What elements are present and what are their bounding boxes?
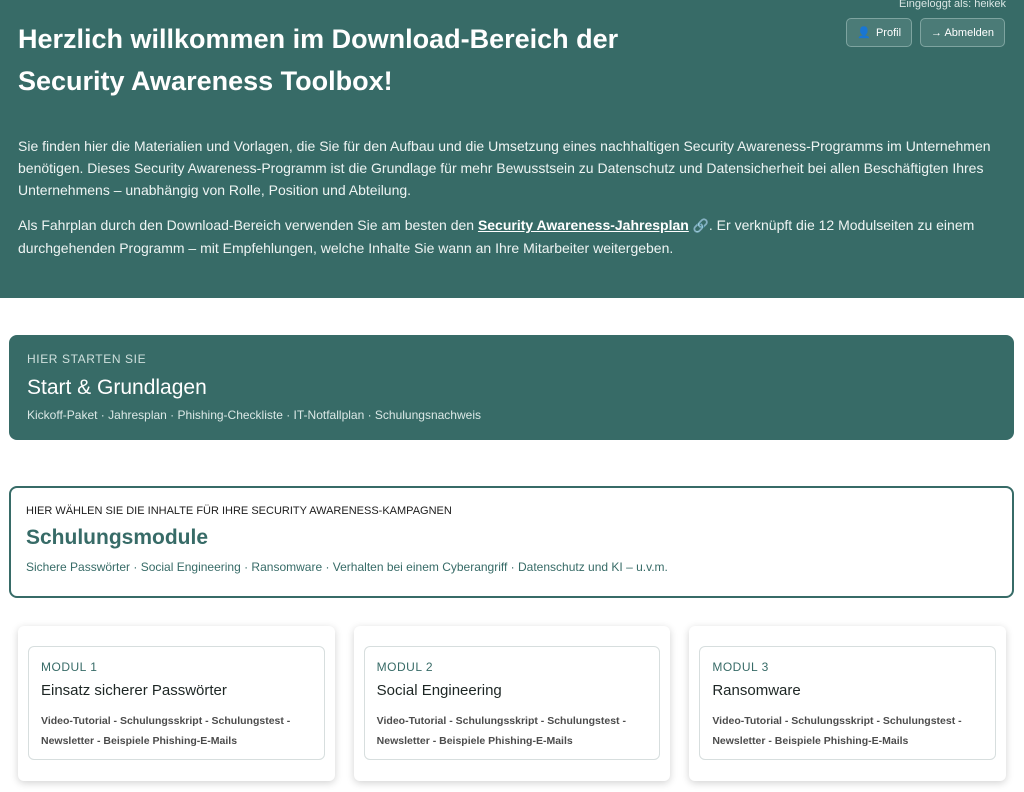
module-tile-3[interactable]: MODUL 3 Ransomware Video-Tutorial - Schu…: [689, 626, 1007, 781]
modules-title: Schulungsmodule: [26, 526, 209, 549]
hero-section: Eingeloggt als: heikek 👤 Profil → Abmeld…: [0, 0, 1024, 298]
start-eyebrow: HIER STARTEN SIE: [27, 352, 147, 366]
user-icon: 👤: [857, 27, 871, 39]
intro-paragraph-2-prefix: Als Fahrplan durch den Download-Bereich …: [18, 217, 478, 233]
module-tile-inner: MODUL 3 Ransomware Video-Tutorial - Schu…: [699, 646, 997, 760]
module-number: MODUL 2: [376, 660, 434, 674]
profile-button[interactable]: 👤 Profil: [846, 18, 913, 47]
module-number: MODUL 3: [712, 660, 769, 674]
module-number: MODUL 1: [41, 660, 98, 674]
module-items: Video-Tutorial - Schulungsskript - Schul…: [712, 715, 962, 747]
login-info: Eingeloggt als: heikek: [898, 0, 1006, 10]
account-actions: 👤 Profil → Abmelden: [846, 18, 1005, 47]
intro-paragraph-1: Sie finden hier die Materialien und Vorl…: [18, 138, 991, 198]
start-items: Kickoff-Paket · Jahresplan · Phishing-Ch…: [27, 408, 481, 422]
modules-eyebrow: HIER WÄHLEN SIE DIE INHALTE FÜR IHRE SEC…: [26, 505, 452, 517]
annual-plan-link[interactable]: Security Awareness-Jahresplan: [478, 217, 689, 233]
logout-button[interactable]: → Abmelden: [920, 18, 1005, 47]
start-title: Start & Grundlagen: [27, 376, 207, 399]
intro-text: Sie finden hier die Materialien und Vorl…: [18, 135, 1008, 259]
profile-button-label: Profil: [875, 26, 902, 39]
modules-items: Sichere Passwörter · Social Engineering …: [26, 560, 668, 574]
logout-button-label: → Abmelden: [931, 26, 994, 39]
training-modules-card[interactable]: HIER WÄHLEN SIE DIE INHALTE FÜR IHRE SEC…: [9, 486, 1014, 598]
module-items: Video-Tutorial - Schulungsskript - Schul…: [376, 715, 626, 747]
module-title: Einsatz sicherer Passwörter: [41, 682, 227, 699]
module-tile-inner: MODUL 1 Einsatz sicherer Passwörter Vide…: [28, 646, 325, 760]
module-tile-inner: MODUL 2 Social Engineering Video-Tutoria…: [363, 646, 661, 760]
page-title: Herzlich willkommen im Download-Bereich …: [18, 24, 619, 96]
module-title: Ransomware: [712, 682, 801, 699]
link-icon: 🔗: [692, 218, 709, 233]
start-basics-card[interactable]: HIER STARTEN SIE Start & Grundlagen Kick…: [9, 335, 1014, 440]
module-title: Social Engineering: [376, 682, 502, 699]
intro-paragraph-2: Als Fahrplan durch den Download-Bereich …: [18, 214, 1008, 259]
module-items: Video-Tutorial - Schulungsskript - Schul…: [41, 715, 291, 747]
module-tile-1[interactable]: MODUL 1 Einsatz sicherer Passwörter Vide…: [18, 626, 335, 781]
module-tiles: MODUL 1 Einsatz sicherer Passwörter Vide…: [18, 626, 1007, 781]
module-tile-2[interactable]: MODUL 2 Social Engineering Video-Tutoria…: [353, 626, 671, 781]
